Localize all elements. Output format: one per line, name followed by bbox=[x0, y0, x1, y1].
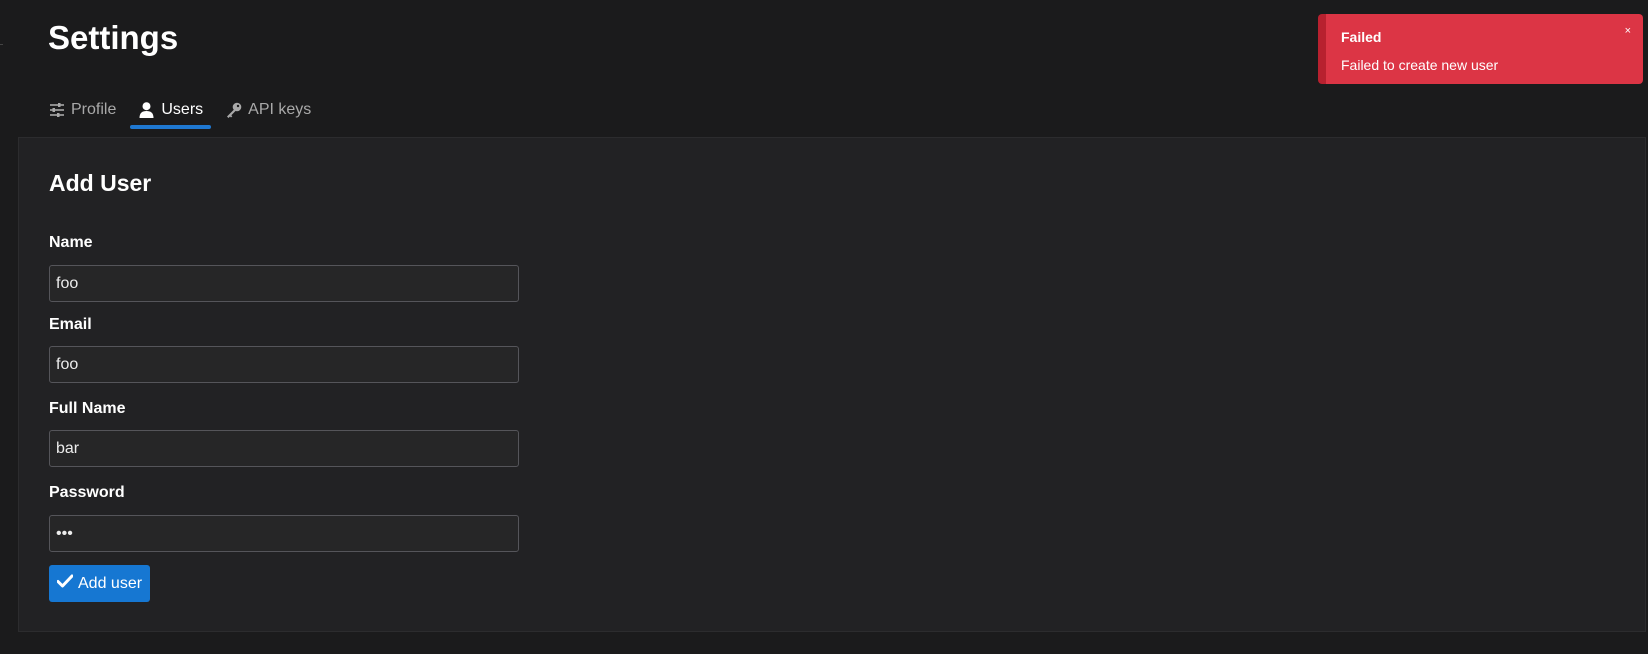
email-label: Email bbox=[49, 316, 92, 333]
add-user-heading: Add User bbox=[49, 170, 152, 196]
full-name-label: Full Name bbox=[49, 400, 126, 417]
tab-profile[interactable]: Profile bbox=[40, 96, 124, 124]
email-input[interactable] bbox=[49, 346, 519, 383]
window-edge-divider bbox=[0, 44, 3, 45]
toast-message: Failed to create new user bbox=[1341, 57, 1499, 73]
toast-title: Failed bbox=[1341, 29, 1382, 45]
name-input[interactable] bbox=[49, 265, 519, 302]
add-user-panel: Add User Name Email Full Name Password A… bbox=[18, 137, 1646, 632]
tab-profile-label: Profile bbox=[71, 101, 117, 118]
key-icon bbox=[225, 102, 242, 119]
settings-tabs: Profile Users API keys bbox=[40, 96, 325, 132]
tab-users[interactable]: Users bbox=[130, 96, 211, 129]
page-title: Settings bbox=[48, 19, 179, 56]
password-input[interactable] bbox=[49, 515, 519, 552]
full-name-input[interactable] bbox=[49, 430, 519, 467]
tab-api-keys-label: API keys bbox=[248, 101, 312, 118]
add-user-button-label: Add user bbox=[78, 574, 143, 592]
close-icon[interactable]: × bbox=[1625, 25, 1631, 37]
user-icon bbox=[138, 102, 155, 119]
sliders-icon bbox=[48, 102, 65, 119]
tab-users-label: Users bbox=[161, 101, 204, 118]
add-user-button[interactable]: Add user bbox=[49, 565, 151, 602]
check-icon bbox=[56, 574, 74, 593]
error-toast: Failed Failed to create new user × bbox=[1318, 14, 1643, 84]
password-label: Password bbox=[49, 484, 125, 501]
tab-api-keys[interactable]: API keys bbox=[217, 96, 319, 124]
name-label: Name bbox=[49, 234, 93, 251]
